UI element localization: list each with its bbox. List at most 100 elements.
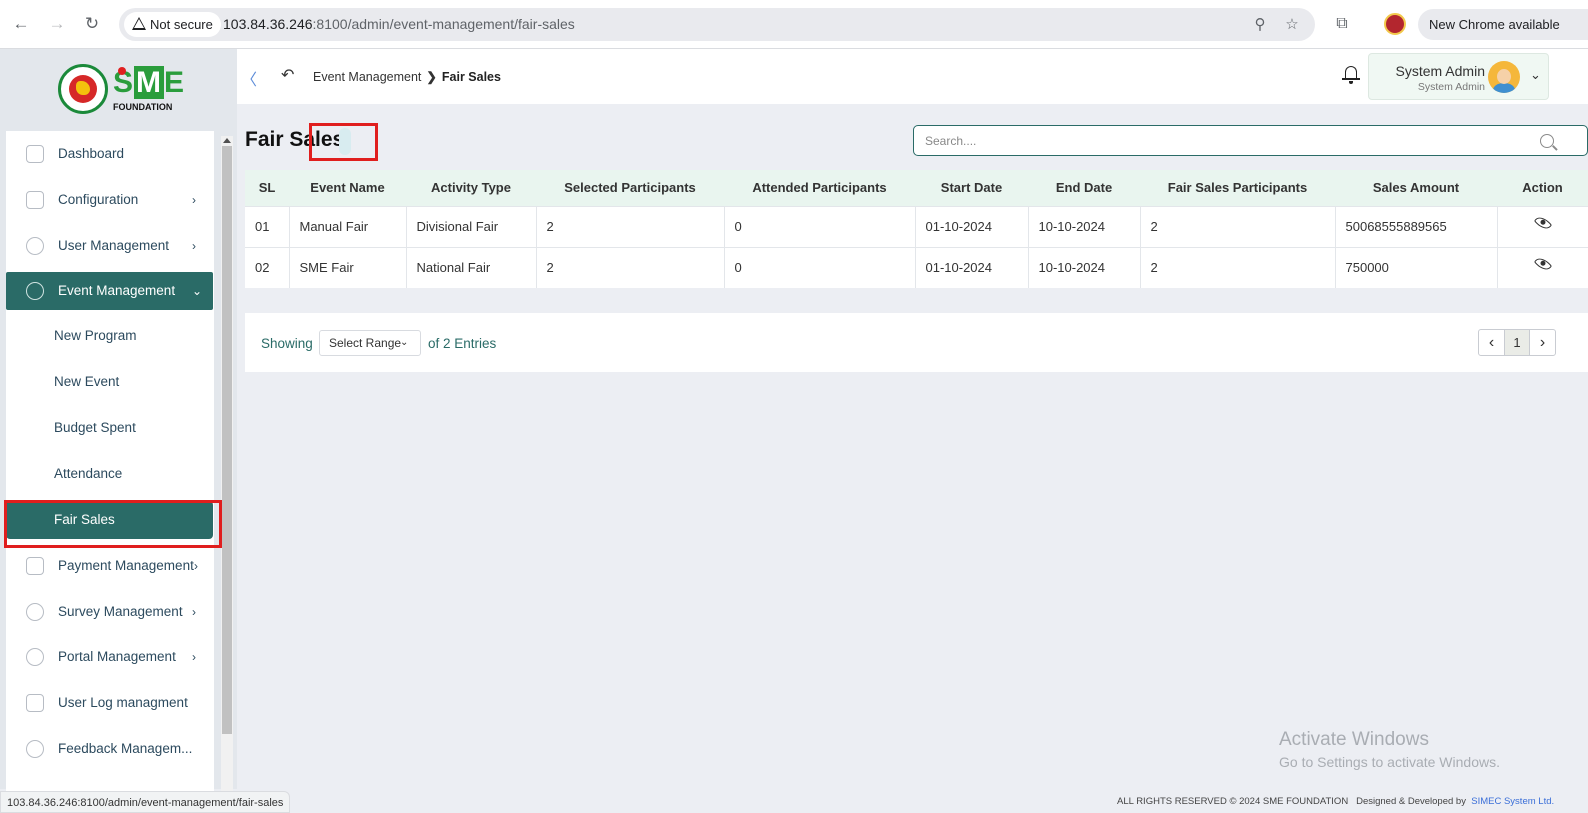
- cell-action: [1497, 205, 1588, 247]
- back-arrow-icon[interactable]: ↶: [281, 65, 294, 85]
- cell-attended-participants: 0: [724, 205, 916, 247]
- security-chip[interactable]: Not secure: [124, 12, 221, 37]
- zoom-icon[interactable]: ⚲: [1249, 14, 1271, 36]
- sidebar-subitem-label: New Program: [54, 328, 137, 343]
- logo-dot: [118, 67, 126, 75]
- chevron-down-icon: ⌄: [400, 337, 409, 348]
- cell-end-date: 10-10-2024: [1028, 246, 1141, 288]
- breadcrumb-current: Fair Sales: [441, 70, 501, 84]
- cell-start-date: 01-10-2024: [915, 246, 1029, 288]
- avatar: [1488, 61, 1520, 93]
- logo-foundation-text: FOUNDATION: [113, 102, 173, 112]
- prev-page-button[interactable]: ‹: [1478, 329, 1505, 356]
- back-arrow-icon[interactable]: ←: [10, 13, 32, 35]
- chevron-right-icon: ›: [192, 193, 196, 207]
- sidebar-item-label: Payment Management: [58, 558, 194, 573]
- search-icon[interactable]: [1540, 134, 1554, 148]
- profile-avatar[interactable]: [1384, 13, 1406, 35]
- range-select[interactable]: Select Range ⌄: [319, 330, 421, 356]
- page-footer: ALL RIGHTS RESERVED © 2024 SME FOUNDATIO…: [1117, 796, 1554, 807]
- sidebar-item-dashboard[interactable]: Dashboard: [6, 135, 213, 173]
- breadcrumb: Event Management ❯ Fair Sales: [313, 69, 501, 84]
- sidebar-item-label: Configuration: [58, 192, 139, 207]
- chevron-down-icon[interactable]: ⌄: [1530, 67, 1541, 83]
- sidebar-item-portal-management[interactable]: Portal Management ›: [6, 638, 213, 676]
- address-bar[interactable]: Not secure 103.84.36.246:8100/admin/even…: [119, 8, 1315, 41]
- sidebar-item-label: Survey Management: [58, 604, 183, 619]
- sidebar-item-survey-management[interactable]: Survey Management ›: [6, 593, 213, 631]
- chevron-right-icon: ›: [192, 239, 196, 253]
- notification-bell-icon[interactable]: [1342, 65, 1360, 85]
- sidebar-item-label: User Log managment: [58, 695, 188, 710]
- chevron-right-icon: ›: [192, 605, 196, 619]
- lock-circle-icon: [26, 648, 44, 666]
- fair-sales-table: SL Event Name Activity Type Selected Par…: [245, 170, 1588, 288]
- sidebar-subitem-attendance[interactable]: Attendance: [6, 455, 213, 493]
- user-name: System Admin: [1395, 63, 1485, 79]
- sidebar-item-configuration[interactable]: Configuration ›: [6, 181, 213, 219]
- footer-company-link[interactable]: SIMEC System Ltd.: [1471, 796, 1554, 807]
- next-page-button[interactable]: ›: [1529, 329, 1556, 356]
- chevron-right-icon: ›: [194, 559, 198, 573]
- cell-attended-participants: 0: [724, 246, 916, 288]
- column-header: Start Date: [940, 180, 1003, 196]
- extensions-icon[interactable]: ⧉: [1330, 12, 1354, 36]
- bookmark-star-icon[interactable]: ☆: [1281, 14, 1303, 36]
- cell-end-date: 10-10-2024: [1028, 205, 1141, 247]
- cash-icon: [26, 694, 44, 712]
- breadcrumb-separator-icon: ❯: [426, 70, 437, 84]
- breadcrumb-parent[interactable]: Event Management: [313, 70, 421, 84]
- page-number-button[interactable]: 1: [1504, 329, 1530, 356]
- lock-circle-icon: [26, 282, 44, 300]
- forward-arrow-icon[interactable]: →: [46, 13, 68, 35]
- cell-sales-amount: 50068555889565: [1335, 205, 1498, 247]
- sidebar-item-payment-management[interactable]: Payment Management ›: [6, 547, 213, 585]
- scroll-up-arrow-icon[interactable]: [223, 138, 231, 143]
- sidebar-subitem-new-program[interactable]: New Program: [6, 317, 213, 355]
- footer-copyright: ALL RIGHTS RESERVED © 2024 SME FOUNDATIO…: [1117, 796, 1349, 807]
- sidebar-subitem-budget-spent[interactable]: Budget Spent: [6, 409, 213, 447]
- search-input[interactable]: [925, 126, 1525, 155]
- cell-selected-participants: 2: [536, 205, 725, 247]
- pagination-bar: Showing Select Range ⌄ of 2 Entries ‹ 1 …: [245, 313, 1588, 372]
- url-text[interactable]: 103.84.36.246:8100/admin/event-managemen…: [223, 8, 575, 41]
- cell-activity-type: Divisional Fair: [406, 205, 537, 247]
- cell-event-name: SME Fair: [289, 246, 407, 288]
- loading-indicator: [339, 128, 351, 155]
- sidebar-item-user-log-managment[interactable]: User Log managment: [6, 684, 213, 722]
- avatar-face: [1497, 69, 1511, 84]
- url-path: :8100/admin/event-management/fair-sales: [312, 16, 575, 32]
- column-header: End Date: [1055, 180, 1113, 196]
- page-title: Fair Sales: [245, 128, 345, 151]
- reload-icon[interactable]: ↻: [81, 13, 103, 35]
- data-table: SL Event Name Activity Type Selected Par…: [245, 170, 1588, 288]
- user-menu[interactable]: System Admin System Admin ⌄: [1368, 53, 1549, 100]
- column-header: Activity Type: [431, 180, 511, 196]
- sidebar-subitem-fair-sales[interactable]: Fair Sales: [6, 501, 213, 539]
- table-row: 02 SME Fair National Fair 2 0 01-10-2024…: [245, 246, 1588, 288]
- collapse-sidebar-icon[interactable]: 〈: [241, 66, 257, 90]
- cell-fair-sales-participants: 2: [1140, 205, 1336, 247]
- sidebar-item-feedback-management[interactable]: Feedback Managem...: [6, 730, 213, 768]
- sidebar-scrollbar[interactable]: [221, 136, 233, 813]
- government-emblem-icon: [58, 64, 108, 114]
- url-host: 103.84.36.246: [223, 16, 313, 32]
- sidebar-item-user-management[interactable]: User Management ›: [6, 227, 213, 265]
- cell-fair-sales-participants: 2: [1140, 246, 1336, 288]
- nodes-icon: [26, 191, 44, 209]
- sidebar-subitem-new-event[interactable]: New Event: [6, 363, 213, 401]
- search-box: [913, 125, 1588, 156]
- sme-foundation-logo[interactable]: SME FOUNDATION: [58, 64, 184, 114]
- new-chrome-button[interactable]: New Chrome available: [1418, 9, 1588, 40]
- sidebar-item-label: Dashboard: [58, 146, 125, 161]
- view-eye-icon[interactable]: [1533, 213, 1552, 233]
- column-header: Attended Participants: [752, 180, 887, 196]
- sidebar-item-event-management[interactable]: Event Management ⌄: [6, 272, 213, 310]
- sidebar-subitem-label: New Event: [54, 374, 120, 389]
- scroll-thumb[interactable]: [222, 146, 232, 734]
- column-header: Sales Amount: [1372, 180, 1460, 196]
- column-header: Event Name: [310, 180, 385, 196]
- user-role: System Admin: [1417, 81, 1485, 93]
- bell-base: [1342, 78, 1360, 80]
- view-eye-icon[interactable]: [1533, 255, 1552, 274]
